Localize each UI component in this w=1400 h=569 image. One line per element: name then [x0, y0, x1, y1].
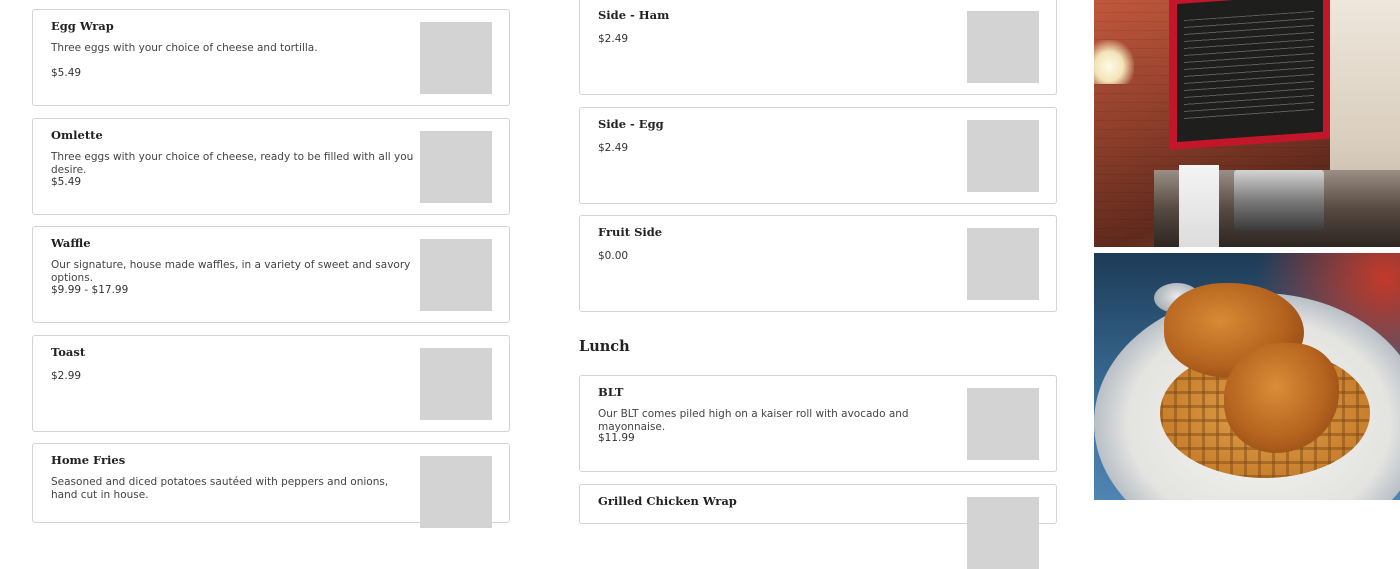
- image-placeholder: [420, 456, 492, 528]
- menu-item-description: Three eggs with your choice of cheese an…: [51, 42, 318, 54]
- menu-item-name: Grilled Chicken Wrap: [598, 494, 737, 508]
- menu-item-price: $2.49: [598, 142, 629, 154]
- section-title-lunch: Lunch: [579, 338, 630, 355]
- menu-item-description: Our BLT comes piled high on a kaiser rol…: [598, 408, 909, 433]
- menu-item-price: $2.49: [598, 33, 629, 45]
- menu-item-side-egg[interactable]: Side - Egg $2.49: [579, 107, 1057, 204]
- menu-item-name: Omlette: [51, 128, 103, 142]
- chicken-and-waffles-photo: [1094, 253, 1400, 500]
- menu-item-description: Three eggs with your choice of cheese, r…: [51, 151, 414, 176]
- image-placeholder: [967, 388, 1039, 460]
- menu-item-grilled-chicken-wrap[interactable]: Grilled Chicken Wrap: [579, 484, 1057, 569]
- menu-item-toast[interactable]: Toast $2.99: [32, 335, 510, 432]
- menu-item-egg-wrap[interactable]: Egg Wrap Three eggs with your choice of …: [32, 9, 510, 106]
- image-placeholder: [420, 131, 492, 203]
- cafe-interior-photo: [1094, 0, 1400, 247]
- menu-item-description: Seasoned and diced potatoes sautéed with…: [51, 476, 389, 501]
- menu-item-name: Waffle: [51, 236, 91, 250]
- image-placeholder: [967, 11, 1039, 83]
- menu-item-name: Side - Egg: [598, 117, 664, 131]
- menu-item-description: Our signature, house made waffles, in a …: [51, 259, 411, 284]
- menu-item-price: $11.99: [598, 432, 635, 444]
- image-placeholder: [420, 348, 492, 420]
- image-placeholder: [967, 497, 1039, 569]
- menu-item-waffle[interactable]: Waffle Our signature, house made waffles…: [32, 226, 510, 323]
- menu-item-fruit-side[interactable]: Fruit Side $0.00: [579, 215, 1057, 312]
- menu-item-home-fries[interactable]: Home Fries Seasoned and diced potatoes s…: [32, 443, 510, 528]
- image-placeholder: [967, 228, 1039, 300]
- menu-item-price: $5.49: [51, 67, 82, 79]
- egg-wrap-photo: [420, 22, 492, 94]
- menu-item-price: $9.99 - $17.99: [51, 284, 129, 296]
- menu-item-side-ham[interactable]: Side - Ham $2.49: [579, 0, 1057, 95]
- menu-item-name: Toast: [51, 345, 86, 359]
- image-placeholder: [420, 239, 492, 311]
- menu-item-name: Egg Wrap: [51, 19, 114, 33]
- image-placeholder: [967, 120, 1039, 192]
- menu-item-name: Home Fries: [51, 453, 126, 467]
- menu-item-name: BLT: [598, 385, 624, 399]
- menu-item-omlette[interactable]: Omlette Three eggs with your choice of c…: [32, 118, 510, 215]
- menu-item-name: Fruit Side: [598, 225, 663, 239]
- menu-item-price: $5.49: [51, 176, 82, 188]
- menu-item-blt[interactable]: BLT Our BLT comes piled high on a kaiser…: [579, 375, 1057, 472]
- menu-item-price: $2.99: [51, 370, 82, 382]
- menu-item-name: Side - Ham: [598, 8, 670, 22]
- menu-item-price: $0.00: [598, 250, 629, 262]
